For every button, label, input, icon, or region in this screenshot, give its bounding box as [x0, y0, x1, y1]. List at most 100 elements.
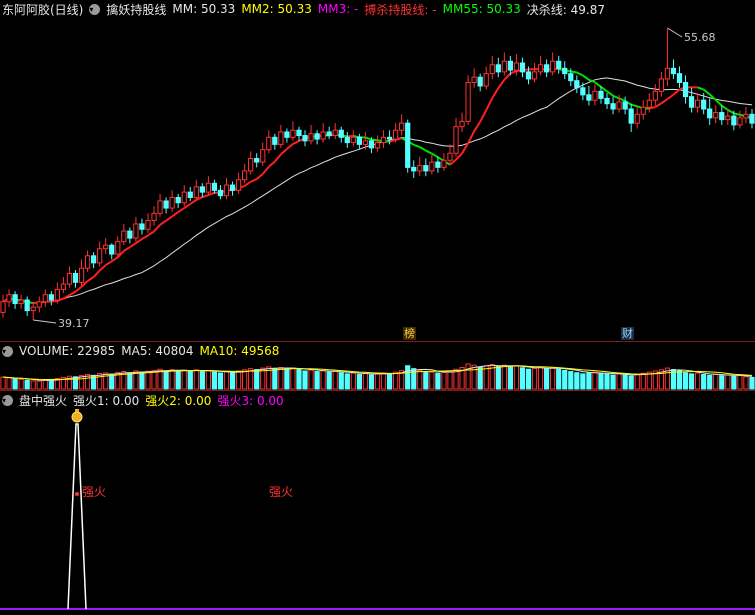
candle-body: [646, 99, 652, 108]
ma-fast-segment: [51, 299, 58, 303]
volume-bar: [393, 371, 399, 390]
candle-body: [78, 267, 85, 283]
candle-body: [181, 191, 187, 204]
volume-bar: [356, 373, 362, 390]
ma-fast-segment: [111, 256, 119, 263]
candle-body: [145, 219, 151, 230]
candle-body: [187, 191, 193, 198]
signal-spike: [67, 423, 87, 610]
candle: [658, 71, 664, 97]
ma-fast-segment: [419, 146, 427, 152]
ma-fast-segment: [365, 136, 372, 141]
candle: [24, 296, 30, 316]
signal-chart[interactable]: [0, 391, 755, 615]
volume-bar: [622, 374, 628, 390]
volume-bar: [193, 369, 199, 390]
candle-body: [60, 283, 67, 290]
volume-bar: [616, 373, 622, 390]
candle-body: [97, 248, 103, 264]
volume-bar: [701, 373, 707, 390]
candle-body: [374, 142, 381, 149]
candle: [296, 126, 302, 141]
candle-body: [640, 106, 646, 115]
candle: [719, 105, 725, 125]
candle: [121, 223, 127, 246]
candle-body: [217, 189, 224, 197]
volume-panel[interactable]: ▾ VOLUME: 22985 MA5: 40804 MA10: 49568: [0, 342, 755, 390]
marker-cai[interactable]: 财: [621, 327, 634, 340]
volume-bar: [278, 366, 284, 390]
low-price-label: 39.17: [58, 317, 90, 330]
volume-bar: [296, 369, 302, 390]
volume-bar: [30, 380, 36, 390]
signal-dot: [75, 492, 79, 496]
candle: [157, 193, 163, 217]
candle: [139, 218, 145, 235]
ma-fast-segment: [74, 285, 83, 293]
candle: [562, 61, 568, 79]
candlestick-chart[interactable]: 55.68 39.17: [0, 0, 755, 341]
ma-fast-segment: [123, 246, 131, 252]
candle-body: [290, 129, 296, 138]
candle: [84, 250, 91, 272]
volume-bar: [235, 370, 242, 390]
candle: [78, 259, 85, 286]
candle: [640, 100, 646, 120]
candle-body: [278, 131, 284, 145]
volume-bar: [368, 374, 375, 390]
candle-body: [405, 122, 411, 168]
candle-body: [193, 186, 199, 198]
volume-bar: [314, 371, 320, 390]
ma-fast-segment: [606, 90, 614, 97]
candle: [471, 68, 477, 88]
candle: [519, 57, 526, 78]
ma-fast-segment: [697, 86, 705, 91]
candle-body: [507, 60, 513, 71]
candle: [338, 126, 344, 143]
candle: [48, 291, 54, 306]
volume-bar: [574, 372, 580, 390]
volume-bar: [109, 373, 115, 390]
ma-fast-segment: [147, 230, 155, 237]
candle: [707, 98, 713, 125]
candle-body: [72, 272, 79, 283]
candle-body: [332, 129, 338, 137]
ma-fast-segment: [485, 97, 494, 111]
ma-fast-segment: [183, 203, 191, 209]
candle: [266, 130, 272, 154]
candle-body: [296, 129, 302, 137]
candle: [743, 107, 749, 124]
candle: [308, 124, 314, 145]
candle: [326, 126, 332, 140]
candle-body: [489, 64, 495, 75]
price-panel[interactable]: 东阿阿胶(日线) ▾ 擒妖持股线 MM: 50.33 MM2: 50.33 MM…: [0, 0, 755, 341]
candle-body: [229, 184, 236, 191]
volume-bar: [405, 365, 411, 390]
volume-bar: [441, 371, 447, 390]
candle: [235, 172, 242, 194]
money-bag-icon: [71, 411, 83, 423]
volume-bar: [6, 377, 12, 390]
volume-bar: [205, 370, 211, 390]
candle-body: [18, 299, 24, 305]
volume-bar: [544, 368, 550, 390]
candle-body: [157, 200, 163, 214]
candle-body: [501, 60, 507, 73]
candle-body: [205, 182, 211, 193]
signal-panel[interactable]: ▾ 盘中强火 强火1: 0.00 强火2: 0.00 强火3: 0.00 强火 …: [0, 391, 755, 615]
candle-body: [320, 131, 326, 140]
candle: [248, 151, 254, 175]
candle-body: [163, 200, 169, 209]
candle-body: [519, 62, 526, 73]
candle-body: [435, 161, 441, 168]
volume-bar: [429, 371, 435, 390]
candle-body: [531, 71, 538, 80]
volume-bar: [604, 373, 610, 390]
volume-chart[interactable]: [0, 342, 755, 390]
candle-body: [175, 196, 181, 204]
candle: [610, 96, 616, 115]
marker-bang[interactable]: 榜: [403, 327, 416, 340]
candle-body: [24, 299, 30, 312]
volume-bar: [507, 366, 513, 390]
ma-fast-segment: [87, 276, 95, 282]
